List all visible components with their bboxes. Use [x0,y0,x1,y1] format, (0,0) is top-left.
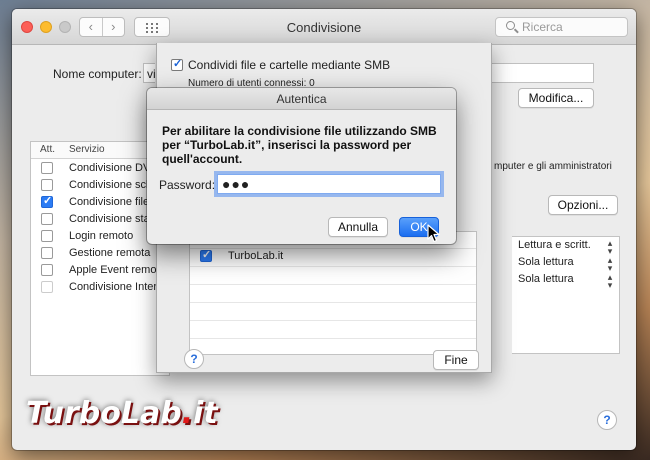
service-label: Gestione remota [69,247,151,259]
updown-arrows-icon: ▴ ▾ [607,272,613,290]
row-divider [190,284,476,285]
mouse-pointer-icon [427,224,440,243]
done-button[interactable]: Fine [433,350,479,370]
password-label: Password: [159,178,216,192]
computer-name-field-end[interactable] [480,63,594,83]
access-note: mputer e gli amministratori [494,161,612,172]
row-divider [190,320,476,321]
permission-popup-0[interactable]: Lettura e scritt. [518,239,591,251]
authenticate-dialog: Autentica Per abilitare la condivisione … [147,88,456,244]
service-label: Condivisione file [69,196,150,208]
row-divider [190,338,476,339]
edit-computer-name-button[interactable]: Modifica... [518,88,594,108]
service-label: Condivisione DVD [69,162,159,174]
dialog-title: Autentica [147,88,456,110]
account-checkbox[interactable] [200,248,212,262]
header-service: Servizio [69,144,105,155]
service-checkbox[interactable] [41,179,53,191]
permissions-list [512,236,620,354]
title-bar: ‹ › Condivisione Ricerca [12,9,636,45]
service-checkbox[interactable] [41,264,53,276]
service-row-internet[interactable]: Condivisione Internet [31,279,169,296]
service-row-apple-events[interactable]: Apple Event remoti [31,262,169,279]
cancel-button[interactable]: Annulla [328,217,388,237]
smb-checkbox[interactable] [171,57,183,71]
service-checkbox-checked[interactable] [41,194,53,208]
watermark-name: TurboLab [26,396,182,431]
turbolab-watermark: TurboLab.it [26,396,218,431]
search-placeholder: Ricerca [522,20,563,34]
account-name: TurboLab.it [228,250,284,262]
options-button[interactable]: Opzioni... [548,195,618,215]
watermark-tld: it [193,396,218,431]
row-divider [190,266,476,267]
updown-arrows-icon: ▴ ▾ [607,238,613,256]
service-label: Condivisione Internet [69,281,169,293]
service-row-remote-management[interactable]: Gestione remota [31,245,169,262]
header-on: Att. [40,144,56,155]
service-label: Login remoto [69,230,134,242]
service-checkbox[interactable] [41,213,53,225]
service-checkbox[interactable] [41,281,53,293]
search-icon [506,21,515,30]
row-divider [190,302,476,303]
search-field[interactable]: Ricerca [495,17,628,37]
service-label: Apple Event remoti [69,264,162,276]
service-checkbox[interactable] [41,230,53,242]
computer-name-label: Nome computer: [53,67,142,81]
updown-arrows-icon: ▴ ▾ [607,255,613,273]
service-checkbox[interactable] [41,247,53,259]
dialog-message: Per abilitare la condivisione file utili… [162,124,437,166]
permission-popup-1[interactable]: Sola lettura [518,256,574,268]
computer-name-field[interactable]: vi [143,63,155,83]
window-help-button[interactable]: ? [597,410,617,430]
watermark-dot: . [181,396,194,431]
table-row[interactable]: TurboLab.it [190,248,476,264]
service-checkbox[interactable] [41,162,53,174]
accounts-table: TurboLab.it [189,231,477,355]
permission-popup-2[interactable]: Sola lettura [518,273,574,285]
sheet-help-button[interactable]: ? [184,349,204,369]
password-field[interactable]: ●●● [217,174,441,194]
smb-checkbox-label: Condividi file e cartelle mediante SMB [188,58,391,72]
